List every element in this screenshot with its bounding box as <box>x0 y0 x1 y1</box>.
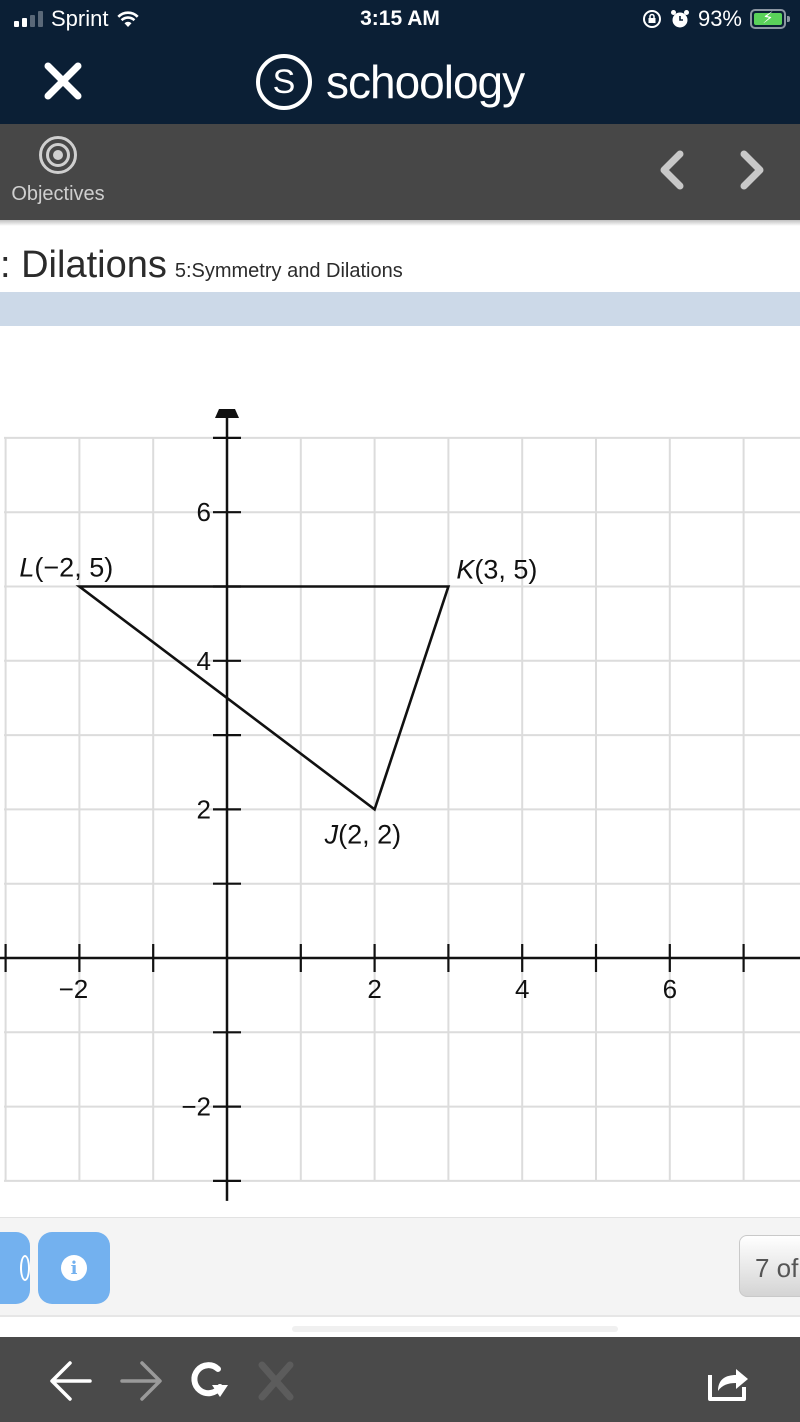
toolbar-shadow <box>0 220 800 226</box>
vertex-labels: L(−2, 5) K(3, 5) J(2, 2) <box>19 553 537 850</box>
status-bar: Sprint 3:15 AM 93% ⚡ <box>0 0 800 42</box>
schoology-logo: S schoology <box>256 54 525 110</box>
page-title: : Dilations <box>0 244 167 286</box>
battery-percent: 93% <box>697 6 742 31</box>
stop-icon <box>258 1361 294 1401</box>
reload-icon[interactable] <box>184 1357 232 1405</box>
help-icon <box>20 1255 30 1281</box>
page-title-row: : Dilations 5:Symmetry and Dilations <box>0 244 800 290</box>
y-axis-arrow-icon <box>215 409 239 418</box>
x-tick-label: 6 <box>663 974 677 1004</box>
page-counter[interactable]: 7 of <box>739 1235 800 1297</box>
grid-lines <box>4 436 800 1182</box>
info-icon: i <box>61 1255 87 1281</box>
back-arrow-icon[interactable] <box>48 1357 96 1405</box>
page-subtitle: 5:Symmetry and Dilations <box>174 260 403 282</box>
coordinate-graph: −2 2 4 6 6 4 2 −2 L(−2, 5) K(3, 5) J(2, 2) <box>0 409 800 1201</box>
logo-s-icon: S <box>256 54 312 110</box>
vertex-label-j: J(2, 2) <box>324 819 402 849</box>
y-tick-label: 6 <box>197 497 211 527</box>
info-button[interactable]: i <box>38 1232 110 1304</box>
vertex-label-k: K(3, 5) <box>456 555 537 585</box>
chevron-right-icon[interactable] <box>734 146 770 194</box>
objectives-label: Objectives <box>11 183 105 205</box>
x-tick-label: 4 <box>515 974 529 1004</box>
y-tick-label: −2 <box>181 1092 211 1122</box>
bottom-panel: i 7 of <box>0 1217 800 1317</box>
logo-text: schoology <box>326 56 525 108</box>
vertex-label-l: L(−2, 5) <box>19 553 113 583</box>
header-band <box>0 292 800 326</box>
orientation-lock-icon <box>642 10 661 28</box>
axes <box>0 409 800 1201</box>
triangle-outline <box>75 585 451 812</box>
app-header: S schoology <box>0 42 800 124</box>
lesson-toolbar: Objectives <box>0 124 800 220</box>
alarm-icon <box>670 10 689 28</box>
x-tick-label: −2 <box>59 974 89 1004</box>
chevron-left-icon[interactable] <box>654 146 690 194</box>
objectives-button[interactable]: Objectives <box>6 136 110 206</box>
browser-toolbar <box>0 1337 800 1422</box>
close-icon[interactable] <box>40 58 86 104</box>
target-icon <box>39 136 77 174</box>
battery-charging-icon: ⚡ <box>750 9 790 29</box>
y-tick-label: 2 <box>197 794 211 824</box>
share-icon[interactable] <box>704 1357 752 1405</box>
scroll-indicator[interactable] <box>292 1326 618 1332</box>
help-button[interactable] <box>0 1232 30 1304</box>
x-tick-label: 2 <box>367 974 381 1004</box>
triangle-jkl <box>75 585 451 812</box>
y-tick-label: 4 <box>197 646 211 676</box>
forward-arrow-icon[interactable] <box>116 1357 164 1405</box>
